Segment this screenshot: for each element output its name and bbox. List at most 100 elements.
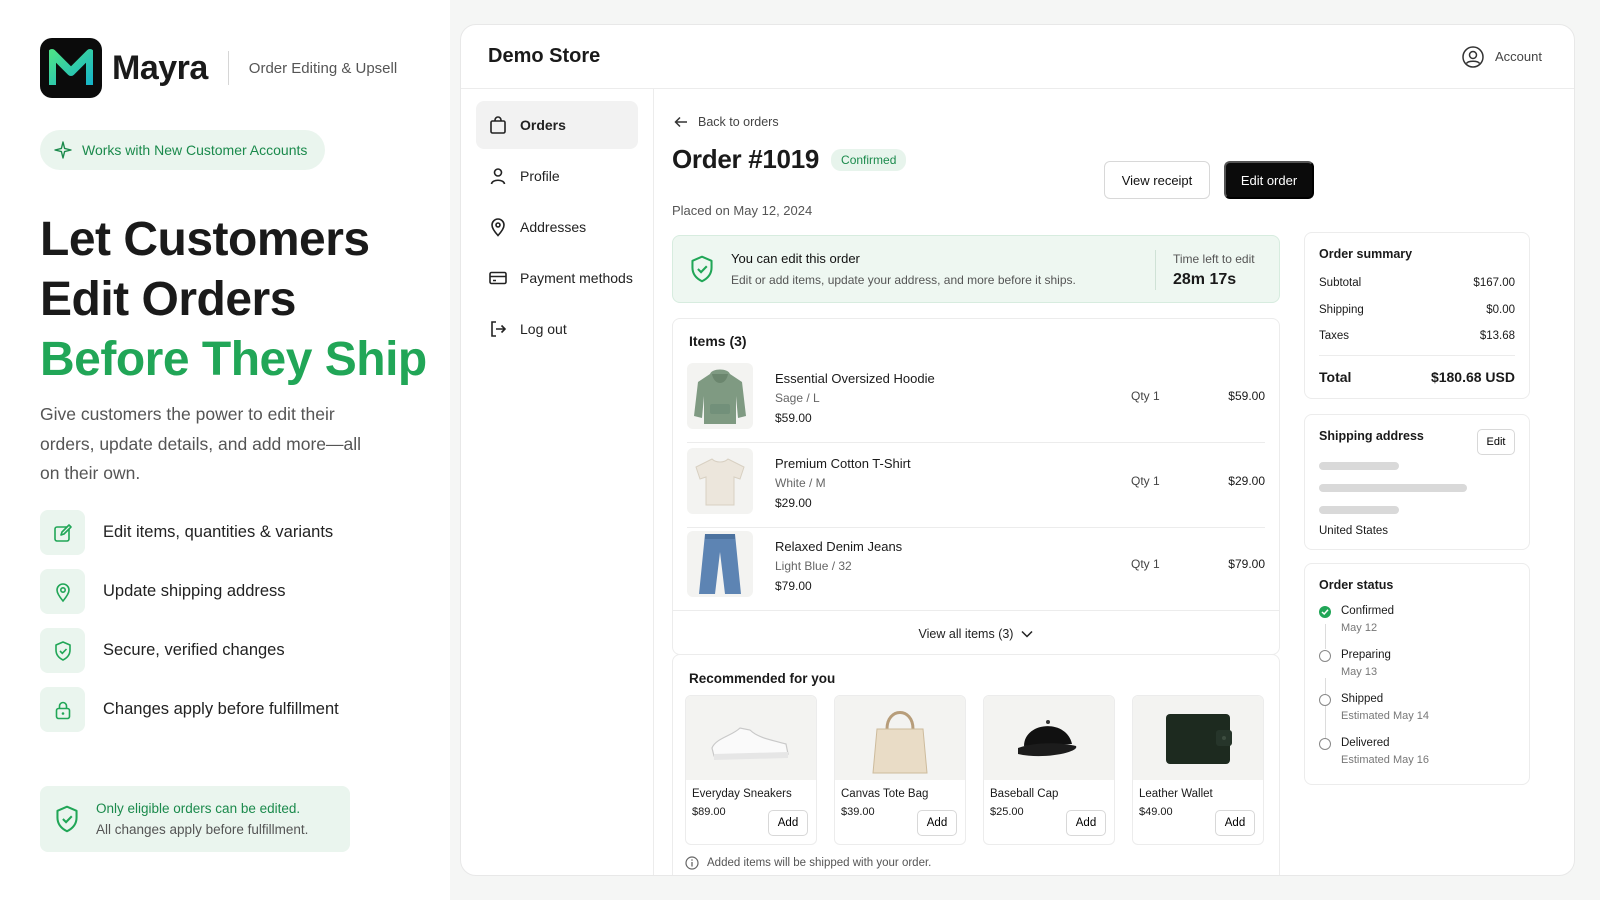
info-icon — [685, 856, 699, 870]
status-step-name: Delivered — [1341, 737, 1390, 749]
marketing-panel: Mayra Order Editing & Upsell Works with … — [0, 0, 450, 900]
status-step: Confirmed May 12 — [1319, 605, 1394, 634]
sidebar-item-log-out[interactable]: Log out — [476, 305, 638, 353]
timer-value: 28m 17s — [1173, 271, 1237, 288]
hero-heading: Let Customers Edit Orders Before They Sh… — [40, 210, 427, 390]
subtotal-value: $167.00 — [1473, 277, 1515, 289]
product-name: Everyday Sneakers — [692, 788, 792, 800]
taxes-label: Taxes — [1319, 330, 1350, 342]
feature-label: Changes apply before fulfillment — [103, 700, 339, 718]
list-item: Relaxed Denim Jeans Light Blue / 32 $79.… — [687, 529, 1265, 611]
add-product-button[interactable]: Add — [1215, 810, 1255, 836]
shipping-label: Shipping — [1319, 304, 1364, 316]
status-step: Preparing May 13 — [1319, 649, 1391, 678]
order-detail: Back to orders Order #1019 Confirmed Pla… — [654, 89, 1574, 875]
product-card[interactable]: Everyday Sneakers $89.00 Add — [685, 695, 817, 845]
back-link-label: Back to orders — [698, 115, 779, 129]
lock-icon — [40, 687, 85, 732]
item-quantity: Qty 1 — [1131, 474, 1160, 488]
add-product-button[interactable]: Add — [1066, 810, 1106, 836]
sidebar-item-addresses[interactable]: Addresses — [476, 203, 638, 251]
product-card[interactable]: Baseball Cap $25.00 Add — [983, 695, 1115, 845]
item-name: Relaxed Denim Jeans — [775, 539, 903, 554]
add-product-button[interactable]: Add — [768, 810, 808, 836]
list-item: Premium Cotton T-Shirt White / M $29.00 … — [687, 446, 1265, 528]
status-step-name: Preparing — [1341, 649, 1391, 661]
item-price: $59.00 — [775, 411, 812, 425]
banner-title: You can edit this order — [731, 251, 860, 266]
list-item: Essential Oversized Hoodie Sage / L $59.… — [687, 361, 1265, 443]
page-title: Order #1019 — [672, 144, 820, 174]
product-price: $89.00 — [692, 806, 726, 818]
item-name: Essential Oversized Hoodie — [775, 371, 935, 386]
item-amount: $79.00 — [1228, 557, 1265, 571]
shield-check-icon — [40, 628, 85, 673]
shipping-value: $0.00 — [1486, 304, 1515, 316]
credit-card-icon — [489, 271, 507, 285]
user-icon — [490, 168, 506, 185]
account-button[interactable]: Account — [1461, 45, 1542, 69]
summary-title: Order summary — [1319, 247, 1413, 261]
product-price: $25.00 — [990, 806, 1024, 818]
location-pin-icon — [40, 569, 85, 614]
status-step-date: May 12 — [1341, 622, 1378, 634]
summary-divider — [1319, 355, 1515, 356]
brand-divider — [227, 51, 229, 85]
product-name: Baseball Cap — [990, 788, 1059, 800]
redacted-address-line — [1319, 484, 1467, 492]
redacted-address-line — [1319, 506, 1399, 514]
summary-row: Shipping $0.00 — [1319, 304, 1515, 316]
brand: Mayra Order Editing & Upsell — [40, 38, 397, 98]
hoodie-image — [687, 363, 753, 429]
subtotal-label: Subtotal — [1319, 277, 1362, 289]
item-name: Premium Cotton T-Shirt — [775, 456, 911, 471]
product-card[interactable]: Canvas Tote Bag $39.00 Add — [834, 695, 966, 845]
brand-name: Mayra — [112, 48, 208, 87]
view-receipt-button[interactable]: View receipt — [1104, 161, 1210, 199]
hero-line-1: Let Customers — [40, 213, 370, 266]
add-product-button[interactable]: Add — [917, 810, 957, 836]
sidebar-item-orders[interactable]: Orders — [476, 101, 638, 149]
status-step: Shipped Estimated May 14 — [1319, 693, 1429, 722]
tshirt-image — [687, 448, 753, 514]
product-price: $49.00 — [1139, 806, 1173, 818]
item-amount: $29.00 — [1228, 474, 1265, 488]
item-price: $29.00 — [775, 496, 812, 510]
store-name: Demo Store — [488, 45, 601, 67]
baseball-cap-image — [984, 696, 1114, 780]
item-amount: $59.00 — [1228, 389, 1265, 403]
sidebar-item-profile[interactable]: Profile — [476, 152, 638, 200]
eligibility-note-title: Only eligible orders can be edited. — [96, 801, 301, 816]
account-sidebar: Orders Profile Addresses Payment methods… — [461, 89, 654, 875]
recommendations-note: Added items will be shipped with your or… — [685, 856, 931, 870]
sidebar-item-payment-methods[interactable]: Payment methods — [476, 254, 638, 302]
item-price: $79.00 — [775, 579, 812, 593]
redacted-address-line — [1319, 462, 1399, 470]
hero-line-3: Before They Ship — [40, 333, 427, 386]
edit-order-button[interactable]: Edit order — [1224, 161, 1314, 199]
eligibility-note: Only eligible orders can be edited. All … — [40, 786, 350, 852]
item-variant: Sage / L — [775, 391, 820, 405]
view-all-items-button[interactable]: View all items (3) — [673, 610, 1279, 656]
back-to-orders-link[interactable]: Back to orders — [674, 115, 779, 129]
sidebar-item-label: Log out — [520, 321, 567, 337]
user-circle-icon — [1462, 45, 1484, 68]
order-status-title: Order status — [1319, 578, 1394, 592]
order-status-card: Order status Confirmed May 12 Preparing Ma… — [1304, 563, 1530, 785]
status-step-date: May 13 — [1341, 666, 1378, 678]
jeans-image — [687, 531, 753, 597]
brand-tagline: Order Editing & Upsell — [248, 59, 398, 77]
product-card[interactable]: Leather Wallet $49.00 Add — [1132, 695, 1264, 845]
status-badge: Confirmed — [831, 148, 907, 171]
edit-icon — [40, 510, 85, 555]
mayra-logo-icon — [40, 38, 102, 98]
chevron-down-icon — [1021, 630, 1033, 638]
item-quantity: Qty 1 — [1131, 557, 1160, 571]
sidebar-item-label: Profile — [520, 168, 560, 184]
status-step-date: Estimated May 16 — [1341, 754, 1430, 766]
app-window: Demo Store Account Orders Profile Addres… — [460, 24, 1575, 876]
summary-row: Taxes $13.68 — [1319, 330, 1515, 342]
recommendations-card: Recommended for you Everyday Sneakers $8… — [672, 654, 1280, 875]
edit-address-button[interactable]: Edit — [1477, 429, 1515, 455]
feature-label: Update shipping address — [103, 582, 286, 600]
